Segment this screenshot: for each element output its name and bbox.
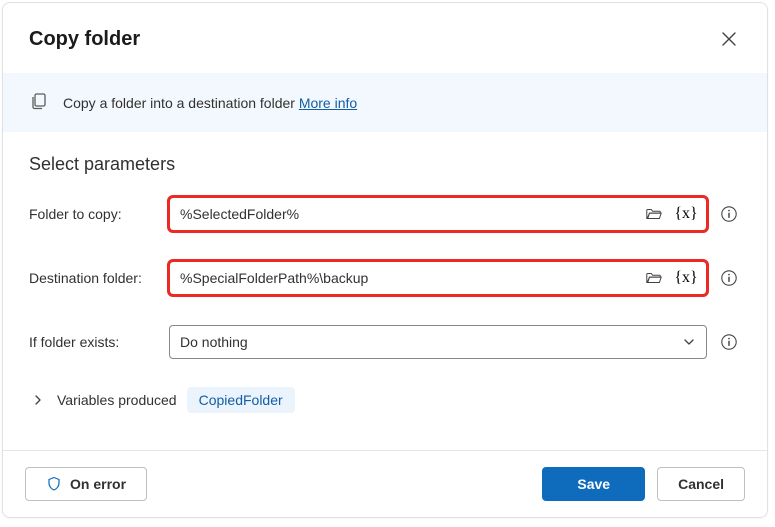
variables-produced-label: Variables produced bbox=[57, 392, 177, 408]
expand-variables-button[interactable] bbox=[29, 394, 47, 406]
folder-open-icon bbox=[645, 269, 663, 287]
info-icon bbox=[720, 333, 738, 351]
browse-folder-button[interactable] bbox=[640, 200, 668, 228]
value-destination-folder: %SpecialFolderPath%\backup bbox=[180, 270, 640, 286]
info-icon bbox=[720, 205, 738, 223]
banner-desc: Copy a folder into a destination folder bbox=[63, 95, 299, 111]
on-error-label: On error bbox=[70, 476, 126, 492]
on-error-button[interactable]: On error bbox=[25, 467, 147, 501]
more-info-link[interactable]: More info bbox=[299, 95, 357, 111]
label-destination-folder: Destination folder: bbox=[29, 270, 169, 286]
shield-icon bbox=[46, 476, 62, 492]
folder-open-icon bbox=[645, 205, 663, 223]
chevron-down-icon bbox=[682, 335, 696, 349]
variables-produced-row: Variables produced CopiedFolder bbox=[29, 387, 741, 413]
variable-icon: {x} bbox=[674, 205, 697, 223]
cancel-button[interactable]: Cancel bbox=[657, 467, 745, 501]
close-icon bbox=[722, 32, 736, 46]
dialog-body: Select parameters Folder to copy: %Selec… bbox=[3, 132, 767, 450]
copy-folder-dialog: Copy folder Copy a folder into a destina… bbox=[2, 2, 768, 518]
info-button-destination-folder[interactable] bbox=[717, 266, 741, 290]
cancel-label: Cancel bbox=[678, 476, 724, 492]
save-label: Save bbox=[577, 476, 610, 492]
section-title: Select parameters bbox=[29, 154, 741, 175]
variable-icon: {x} bbox=[674, 269, 697, 287]
variable-tag-copiedfolder[interactable]: CopiedFolder bbox=[187, 387, 295, 413]
browse-folder-button-dest[interactable] bbox=[640, 264, 668, 292]
insert-variable-button[interactable]: {x} bbox=[672, 200, 700, 228]
input-destination-folder[interactable]: %SpecialFolderPath%\backup {x} bbox=[169, 261, 707, 295]
banner-text: Copy a folder into a destination folder … bbox=[63, 95, 357, 111]
dialog-title: Copy folder bbox=[29, 28, 140, 51]
row-destination-folder: Destination folder: %SpecialFolderPath%\… bbox=[29, 261, 741, 295]
select-if-folder-exists[interactable]: Do nothing bbox=[169, 325, 707, 359]
label-if-folder-exists: If folder exists: bbox=[29, 334, 169, 350]
save-button[interactable]: Save bbox=[542, 467, 645, 501]
insert-variable-button-dest[interactable]: {x} bbox=[672, 264, 700, 292]
close-button[interactable] bbox=[713, 23, 745, 55]
dialog-footer: On error Save Cancel bbox=[3, 450, 767, 517]
row-folder-to-copy: Folder to copy: %SelectedFolder% {x} bbox=[29, 197, 741, 231]
input-folder-to-copy[interactable]: %SelectedFolder% {x} bbox=[169, 197, 707, 231]
value-folder-to-copy: %SelectedFolder% bbox=[180, 206, 640, 222]
info-icon bbox=[720, 269, 738, 287]
value-if-folder-exists: Do nothing bbox=[180, 334, 248, 350]
info-button-folder-to-copy[interactable] bbox=[717, 202, 741, 226]
chevron-right-icon bbox=[32, 394, 44, 406]
label-folder-to-copy: Folder to copy: bbox=[29, 206, 169, 222]
info-banner: Copy a folder into a destination folder … bbox=[3, 73, 767, 132]
dialog-header: Copy folder bbox=[3, 3, 767, 73]
info-button-if-folder-exists[interactable] bbox=[717, 330, 741, 354]
row-if-folder-exists: If folder exists: Do nothing bbox=[29, 325, 741, 359]
copy-folder-icon bbox=[29, 91, 49, 114]
